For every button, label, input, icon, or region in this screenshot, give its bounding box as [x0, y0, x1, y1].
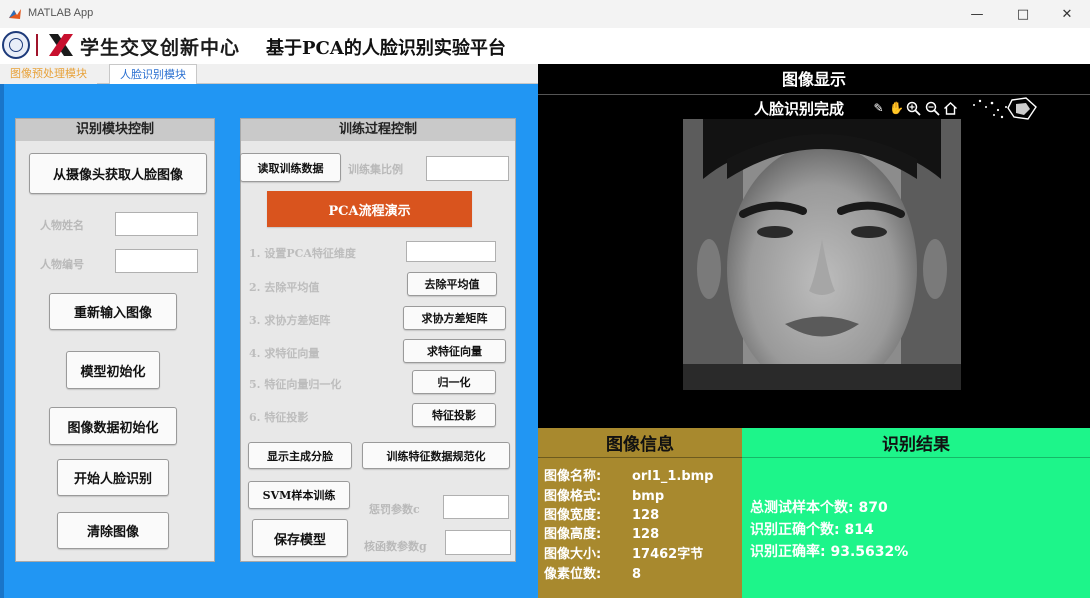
pca-dimension-input[interactable] [406, 241, 496, 262]
image-data-init-button[interactable]: 图像数据初始化 [49, 407, 177, 445]
total-samples-text: 总测试样本个数: 870 [750, 500, 888, 516]
pan-hand-icon[interactable]: ✋ [889, 101, 904, 116]
svm-train-button[interactable]: SVM样本训练 [248, 481, 350, 509]
model-init-button[interactable]: 模型初始化 [66, 351, 160, 389]
logo-text: 学生交叉创新中心 [80, 37, 241, 59]
info-row: 图像名称: orl1_1.bmp [544, 469, 714, 484]
divider [742, 457, 1090, 458]
zoom-out-icon[interactable] [925, 101, 940, 116]
step-label: 3. 求协方差矩阵 [249, 314, 331, 327]
face-image [683, 119, 961, 390]
penalty-input[interactable] [443, 495, 509, 519]
tab-preprocess[interactable]: 图像预处理模块 [0, 64, 97, 84]
step-label: 4. 求特征向量 [249, 347, 320, 360]
train-ratio-input[interactable] [426, 156, 509, 181]
matlab-icon [9, 9, 21, 19]
capture-face-button[interactable]: 从摄像头获取人脸图像 [29, 153, 207, 194]
info-row: 图像大小: 17462字节 [544, 547, 704, 562]
normalize-features-button[interactable]: 训练特征数据规范化 [362, 442, 510, 469]
step-label: 5. 特征向量归一化 [249, 378, 342, 391]
penalty-label: 惩罚参数c [369, 503, 420, 516]
divider [538, 457, 742, 458]
university-seal-icon [2, 31, 30, 59]
panel-title: 训练过程控制 [241, 119, 515, 141]
start-recognition-button[interactable]: 开始人脸识别 [57, 459, 169, 496]
edit-icon[interactable]: ✎ [871, 101, 886, 116]
recognition-status: 人脸识别完成 [754, 100, 845, 118]
info-row: 图像宽度: 128 [544, 508, 660, 523]
correct-count-text: 识别正确个数: 814 [750, 522, 874, 538]
tab-face-recognition[interactable]: 人脸识别模块 [109, 64, 197, 85]
zoom-in-icon[interactable] [906, 101, 921, 116]
result-title: 识别结果 [882, 435, 950, 455]
close-icon[interactable]: ✕ [1044, 0, 1090, 28]
header-divider [36, 34, 38, 56]
id-input[interactable] [115, 249, 198, 273]
decorative-particles-icon [973, 97, 1037, 120]
info-row: 图像格式: bmp [544, 489, 665, 504]
read-training-data-button[interactable]: 读取训练数据 [240, 153, 341, 182]
remove-mean-button[interactable]: 去除平均值 [407, 272, 497, 296]
reinput-image-button[interactable]: 重新输入图像 [49, 293, 177, 330]
train-ratio-label: 训练集比例 [348, 163, 403, 176]
panel-title: 识别模块控制 [16, 119, 214, 141]
feature-projection-button[interactable]: 特征投影 [412, 403, 496, 427]
step-label: 1. 设置PCA特征维度 [249, 247, 356, 260]
page-title: 基于PCA的人脸识别实验平台 [266, 38, 506, 59]
covariance-matrix-button[interactable]: 求协方差矩阵 [403, 306, 506, 330]
window-title: MATLAB App [28, 7, 94, 19]
info-title: 图像信息 [606, 435, 674, 455]
save-model-button[interactable]: 保存模型 [252, 519, 348, 557]
window-titlebar: MATLAB App — □ ✕ [0, 0, 1090, 28]
step-label: 6. 特征投影 [249, 411, 309, 424]
display-title: 图像显示 [781, 70, 846, 89]
minimize-icon[interactable]: — [954, 0, 1000, 28]
pca-demo-button[interactable]: PCA流程演示 [267, 191, 472, 227]
show-components-button[interactable]: 显示主成分脸 [248, 442, 352, 469]
maximize-icon[interactable]: □ [1000, 0, 1046, 28]
clear-image-button[interactable]: 清除图像 [57, 512, 169, 549]
kernel-label: 核函数参数g [364, 540, 427, 553]
info-row: 像素位数: 8 [544, 567, 642, 582]
home-icon[interactable] [943, 101, 958, 116]
normalize-button[interactable]: 归一化 [412, 370, 496, 394]
name-input[interactable] [115, 212, 198, 236]
kernel-input[interactable] [445, 530, 511, 555]
name-label: 人物姓名 [40, 219, 84, 232]
step-label: 2. 去除平均值 [249, 281, 320, 294]
x-logo-icon [49, 34, 73, 56]
info-row: 图像高度: 128 [544, 527, 660, 542]
id-label: 人物编号 [40, 258, 84, 271]
eigenvector-button[interactable]: 求特征向量 [403, 339, 506, 363]
accuracy-text: 识别正确率: 93.5632% [750, 544, 909, 560]
